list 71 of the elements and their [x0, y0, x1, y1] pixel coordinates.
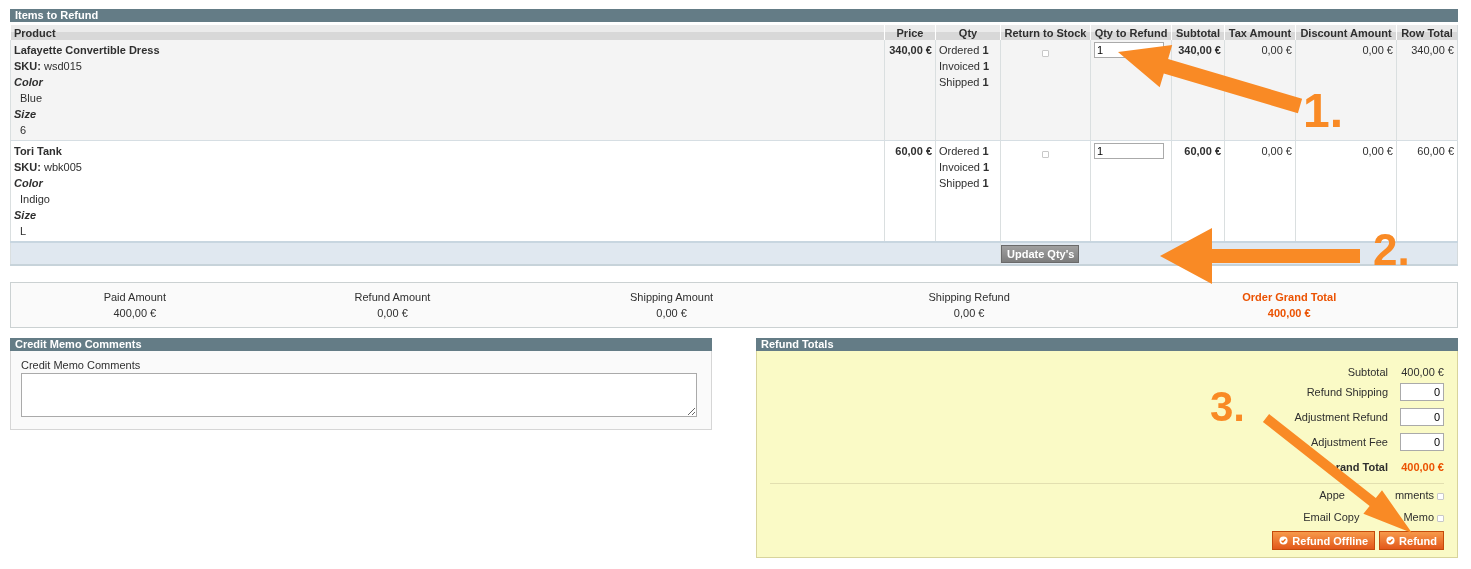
total-value: 400,00 € — [1400, 460, 1444, 473]
column-header: Return to Stock — [1000, 25, 1091, 40]
option-label: Size — [14, 208, 37, 223]
amount-field[interactable]: 0 — [1400, 432, 1444, 451]
amount-field[interactable]: 0 — [1400, 407, 1444, 426]
option-value: L — [19, 224, 28, 239]
qty-line: Ordered 1 — [939, 43, 990, 58]
step-number: 3. — [1210, 383, 1246, 430]
summary-label: Paid Amount — [102, 290, 167, 305]
product-name: Tori Tank — [14, 144, 63, 159]
total-value: 400,00 € — [1400, 366, 1444, 378]
option-label: Color — [14, 176, 45, 191]
product-name: Lafayette Convertible Dress — [14, 43, 161, 58]
option-label: mments — [1394, 489, 1434, 501]
summary-value: 400,00 € — [1266, 306, 1312, 321]
section-header: Credit Memo Comments — [10, 338, 712, 351]
section-header: Items to Refund — [10, 9, 1458, 22]
option-label: Color — [14, 75, 45, 90]
summary-value: 0,00 € — [952, 306, 986, 321]
total-label: Adjustment Refund — [1294, 410, 1388, 423]
qty-field[interactable]: 1 — [1094, 143, 1164, 159]
option-value: 6 — [19, 123, 28, 138]
amount-field[interactable]: 0 — [1400, 382, 1444, 401]
summary-value: 400,00 € — [112, 306, 158, 321]
column-header: Price — [884, 25, 936, 40]
column-header: Qty — [935, 25, 1001, 40]
total-label: rand Total — [1335, 460, 1388, 473]
price-cell: 340,00 € — [884, 40, 936, 141]
column-header: Product — [10, 25, 885, 40]
column-header: Row Total — [1396, 25, 1458, 40]
option-label: Memo — [1403, 511, 1434, 523]
comment-field[interactable] — [21, 373, 697, 417]
field-label: Credit Memo Comments — [21, 359, 142, 371]
qty-line: Shipped 1 — [939, 75, 990, 90]
summary-label: Order Grand Total — [1241, 290, 1338, 305]
option-value: Blue — [19, 91, 44, 106]
option-label: Email Copy — [1303, 511, 1360, 523]
option-label: Size — [14, 107, 37, 122]
checkbox[interactable] — [1437, 514, 1444, 522]
summary-label: Shipping Amount — [629, 290, 715, 305]
option-label: Appe — [1319, 489, 1345, 501]
qty-line: Shipped 1 — [939, 176, 990, 191]
summary-label: Shipping Refund — [927, 290, 1011, 305]
check-circle-icon — [1279, 536, 1289, 545]
checkbox[interactable] — [1437, 492, 1444, 500]
step-number: 1. — [1303, 84, 1344, 137]
section-header: Refund Totals — [756, 338, 1458, 351]
summary-value: 0,00 € — [376, 306, 409, 321]
column-header: Tax Amount — [1224, 25, 1296, 40]
total-label: Adjustment Fee — [1310, 435, 1388, 448]
tax-cell: 0,00 € — [1224, 140, 1296, 242]
column-header: Qty to Refund — [1090, 25, 1172, 40]
total-label: Subtotal — [1347, 366, 1388, 378]
checkbox[interactable] — [1042, 50, 1049, 58]
summary-value: 0,00 € — [655, 306, 688, 321]
checkbox[interactable] — [1042, 151, 1049, 159]
product-sku: SKU: wbk005 — [14, 160, 83, 175]
option-value: Indigo — [19, 192, 51, 207]
row-total-cell: 60,00 € — [1396, 140, 1458, 242]
price-cell: 60,00 € — [884, 140, 936, 242]
qty-line: Invoiced 1 — [939, 160, 991, 175]
check-circle-icon — [1386, 536, 1396, 545]
column-header: Subtotal — [1171, 25, 1225, 40]
total-label: Refund Shipping — [1306, 385, 1388, 398]
qty-line: Invoiced 1 — [939, 59, 991, 74]
column-header: Discount Amount — [1295, 25, 1397, 40]
row-total-cell: 340,00 € — [1396, 40, 1458, 141]
summary-label: Refund Amount — [353, 290, 432, 305]
product-sku: SKU: wsd015 — [14, 59, 83, 74]
qty-line: Ordered 1 — [939, 144, 990, 159]
subtotal-cell: 60,00 € — [1171, 140, 1225, 242]
